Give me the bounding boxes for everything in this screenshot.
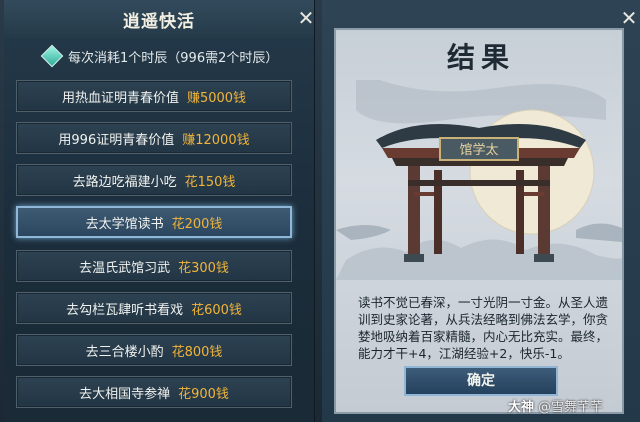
option-label: 用996证明青春价值 (58, 132, 175, 148)
time-cost-info: 每次消耗1个时辰（996需2个时辰） (40, 44, 279, 68)
close-icon[interactable]: ✕ (618, 7, 640, 29)
academy-gate-illustration: 馆学太 (336, 80, 622, 280)
option-996[interactable]: 用996证明青春价值 赚12000钱 (16, 122, 292, 154)
result-description: 读书不觉已春深，一寸光阴一寸金。从圣人遗训到史家论著，从兵法经略到佛法玄学，你贪… (358, 295, 609, 361)
option-theater[interactable]: 去勾栏瓦肆听书看戏 花600钱 (16, 292, 292, 324)
option-label: 去大相国寺参禅 (79, 386, 171, 402)
gate-plaque: 馆学太 (459, 142, 498, 158)
option-cost: 赚5000钱 (186, 90, 247, 106)
option-tavern[interactable]: 去三合楼小酌 花800钱 (16, 334, 292, 366)
diamond-icon (40, 44, 64, 68)
option-martial-arts[interactable]: 去温氏武馆习武 花300钱 (16, 250, 292, 282)
option-fujian-snacks[interactable]: 去路边吃福建小吃 花150钱 (16, 164, 292, 196)
result-title: 结果 (446, 41, 515, 74)
option-cost: 花600钱 (191, 302, 242, 318)
option-hot-blood[interactable]: 用热血证明青春价值 赚5000钱 (16, 80, 292, 112)
option-cost: 花200钱 (171, 216, 223, 232)
option-label: 去三合楼小酌 (85, 344, 164, 360)
option-label: 去温氏武馆习武 (79, 260, 171, 276)
close-icon[interactable]: ✕ (295, 7, 317, 29)
option-cost: 赚12000钱 (182, 132, 250, 148)
result-card: 结果 馆学太 读书不觉已春深，一寸光阴一寸金。从圣人遗训到史家论著，从兵法经略到… (334, 28, 624, 414)
activity-panel: 逍遥快活 ✕ 每次消耗1个时辰（996需2个时辰） 用热血证明青春价值 赚500… (4, 0, 315, 422)
option-cost: 花150钱 (184, 174, 236, 190)
time-cost-text: 每次消耗1个时辰（996需2个时辰） (68, 50, 279, 66)
option-label: 去太学馆读书 (85, 216, 164, 232)
option-cost: 花300钱 (178, 260, 229, 276)
result-panel: ✕ 结果 馆学太 读书不觉已春深，一寸光阴一寸金。从圣人遗训到史家论著，从兵法经… (322, 0, 640, 422)
watermark: 大神 @雪舞芊芊 (508, 396, 603, 415)
option-label: 去勾栏瓦肆听书看戏 (66, 302, 184, 318)
watermark-brand: 大神 (508, 400, 535, 415)
panel-title: 逍遥快活 (123, 12, 195, 32)
option-label: 用热血证明青春价值 (61, 90, 179, 106)
option-label: 去路边吃福建小吃 (72, 174, 177, 190)
confirm-button[interactable]: 确定 (404, 366, 558, 396)
option-cost: 花800钱 (171, 344, 223, 360)
option-taixue-study[interactable]: 去太学馆读书 花200钱 (16, 206, 292, 238)
watermark-user: @雪舞芊芊 (538, 400, 604, 415)
option-temple[interactable]: 去大相国寺参禅 花900钱 (16, 376, 292, 408)
option-cost: 花900钱 (178, 386, 229, 402)
activity-panel-header: 逍遥快活 ✕ (4, 0, 314, 38)
